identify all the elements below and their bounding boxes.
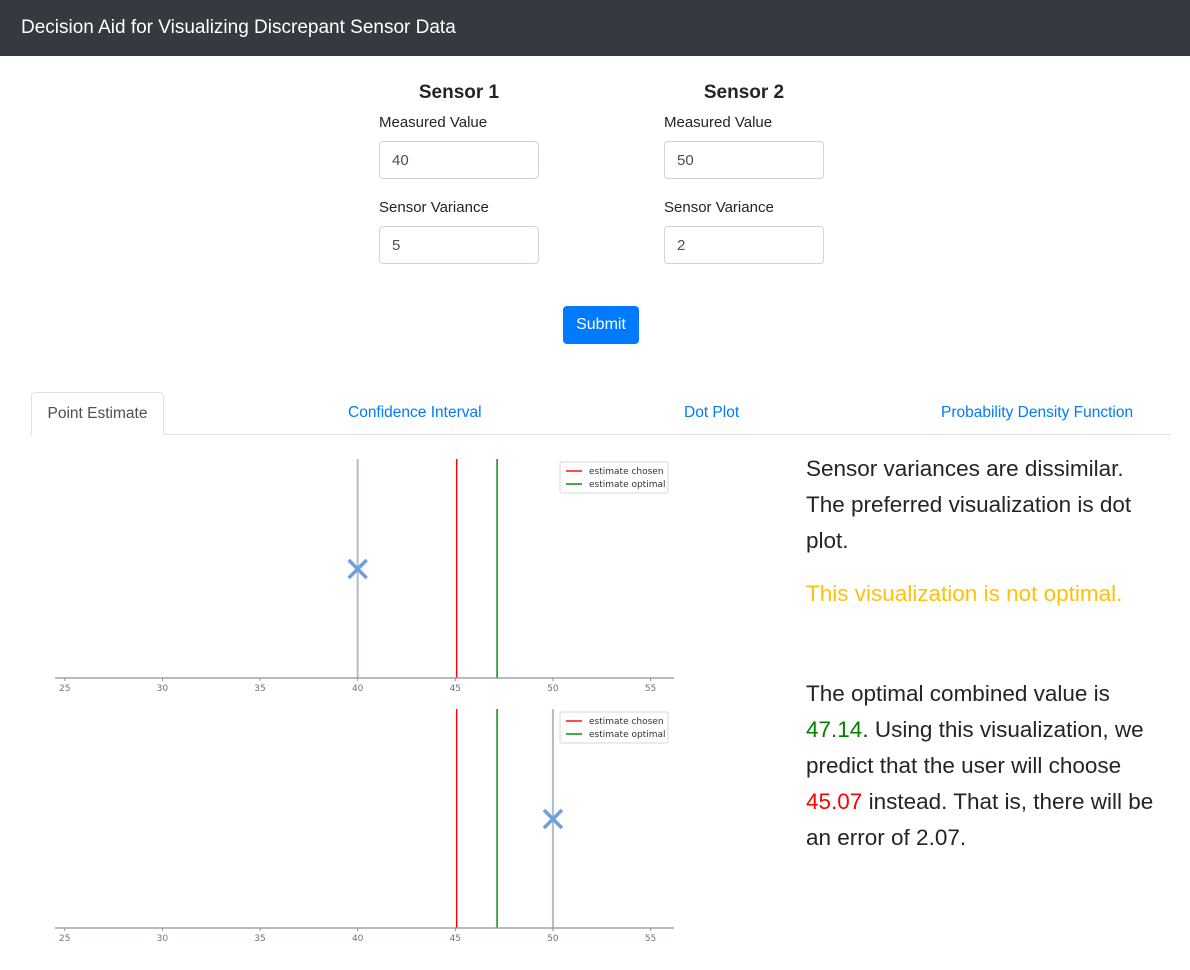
x-tick-label: 40 bbox=[352, 934, 364, 944]
variance-assessment: Sensor variances are dissimilar. The pre… bbox=[806, 451, 1166, 559]
x-tick-label: 25 bbox=[59, 684, 70, 694]
legend-label: estimate chosen bbox=[589, 467, 664, 477]
chart-panel-2: 25 30 35 40 45 50 55 estimate chosen estimate op… bbox=[55, 709, 674, 944]
x-tick-label: 35 bbox=[254, 684, 265, 694]
x-tick-label: 45 bbox=[450, 684, 461, 694]
x-tick-label: 50 bbox=[547, 684, 559, 694]
variance-text: Sensor variances are dissimilar. The pre… bbox=[806, 456, 1132, 553]
optimal-value: 47.14 bbox=[806, 717, 863, 742]
summary-intro: The optimal combined value is bbox=[806, 681, 1110, 706]
x-tick-label: 30 bbox=[157, 934, 169, 944]
legend-label: estimate chosen bbox=[589, 717, 664, 727]
x-tick-label: 50 bbox=[547, 934, 559, 944]
x-tick-label: 40 bbox=[352, 684, 364, 694]
optimality-warning: This visualization is not optimal. bbox=[806, 581, 1123, 606]
point-estimate-plots: 25 30 35 40 45 50 55 estimate chosen estimate op… bbox=[55, 459, 674, 944]
legend-label: estimate optimal bbox=[589, 480, 666, 490]
chosen-value: 45.07 bbox=[806, 789, 863, 814]
legend-label: estimate optimal bbox=[589, 730, 666, 740]
x-tick-label: 30 bbox=[157, 684, 169, 694]
x-tick-label: 45 bbox=[450, 934, 461, 944]
x-tick-label: 55 bbox=[645, 934, 656, 944]
x-tick-label: 55 bbox=[645, 684, 656, 694]
prediction-summary: The optimal combined value is 47.14. Usi… bbox=[806, 676, 1166, 856]
chart-panel-1: 25 30 35 40 45 50 55 estimate chosen estimate op… bbox=[55, 459, 674, 694]
x-tick-label: 35 bbox=[254, 934, 265, 944]
tab-probability-density-function[interactable]: Probability Density Function bbox=[941, 392, 1133, 434]
x-tick-label: 25 bbox=[59, 934, 70, 944]
